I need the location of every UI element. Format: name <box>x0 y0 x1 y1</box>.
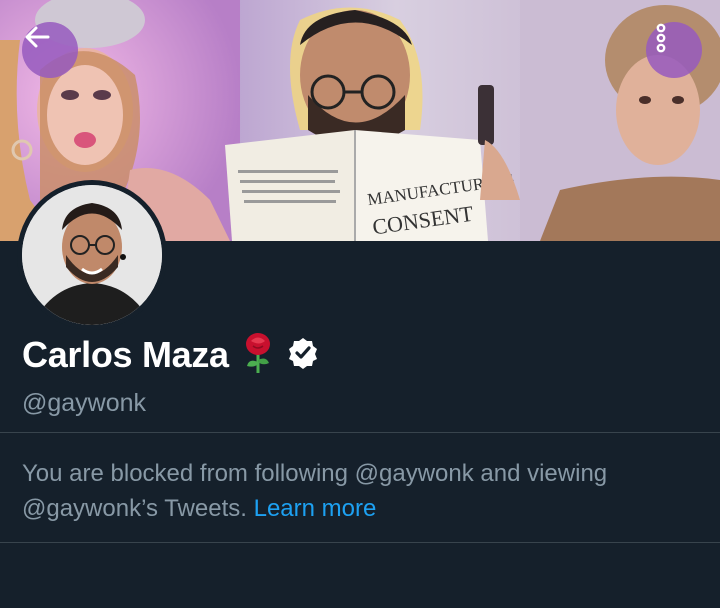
more-vertical-icon <box>656 23 666 53</box>
divider <box>0 542 720 543</box>
avatar[interactable] <box>17 180 167 330</box>
profile-name-row: Carlos Maza <box>22 332 319 378</box>
arrow-left-icon <box>25 26 50 48</box>
profile-name: Carlos Maza <box>22 334 229 375</box>
blocked-notice: You are blocked from following @gaywonk … <box>22 456 672 526</box>
verified-badge-icon <box>287 337 319 374</box>
profile-handle: @gaywonk <box>22 389 147 417</box>
more-options-button[interactable] <box>646 22 702 78</box>
learn-more-link[interactable]: Learn more <box>254 495 377 522</box>
avatar-image <box>22 185 162 325</box>
back-button[interactable] <box>22 22 78 78</box>
rose-emoji <box>243 332 273 379</box>
divider <box>0 432 720 433</box>
